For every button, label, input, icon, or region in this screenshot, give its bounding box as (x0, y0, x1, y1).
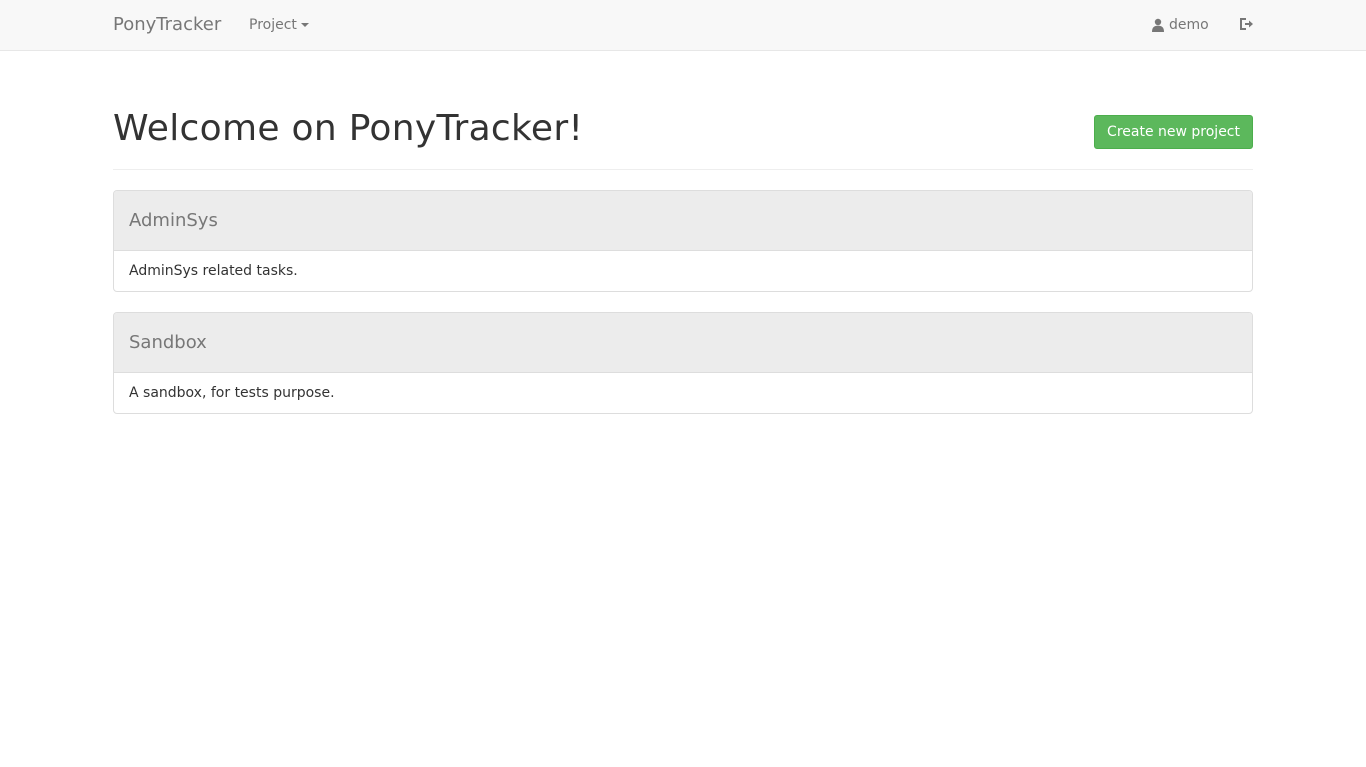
project-dropdown[interactable]: Project (249, 16, 309, 34)
project-title[interactable]: Sandbox (114, 313, 1252, 373)
create-project-button[interactable]: Create new project (1094, 115, 1253, 149)
page-title: Welcome on PonyTracker! (113, 108, 584, 149)
project-description: AdminSys related tasks. (129, 263, 298, 279)
user-menu[interactable]: demo (1151, 16, 1209, 34)
project-description: A sandbox, for tests purpose. (129, 385, 335, 401)
logout-icon (1240, 18, 1253, 30)
project-panel-sandbox: Sandbox A sandbox, for tests purpose. (113, 312, 1253, 414)
page-header: Welcome on PonyTracker! Create new proje… (113, 105, 1253, 170)
caret-down-icon (300, 23, 309, 27)
project-panel-adminsys: AdminSys AdminSys related tasks. (113, 190, 1253, 292)
top-navbar: PonyTracker Project demo (0, 0, 1366, 51)
user-name: demo (1169, 17, 1209, 33)
project-dropdown-label: Project (249, 17, 297, 33)
user-icon (1152, 18, 1164, 32)
project-title[interactable]: AdminSys (114, 191, 1252, 251)
brand-link[interactable]: PonyTracker (113, 14, 221, 36)
logout-button[interactable] (1238, 16, 1256, 34)
